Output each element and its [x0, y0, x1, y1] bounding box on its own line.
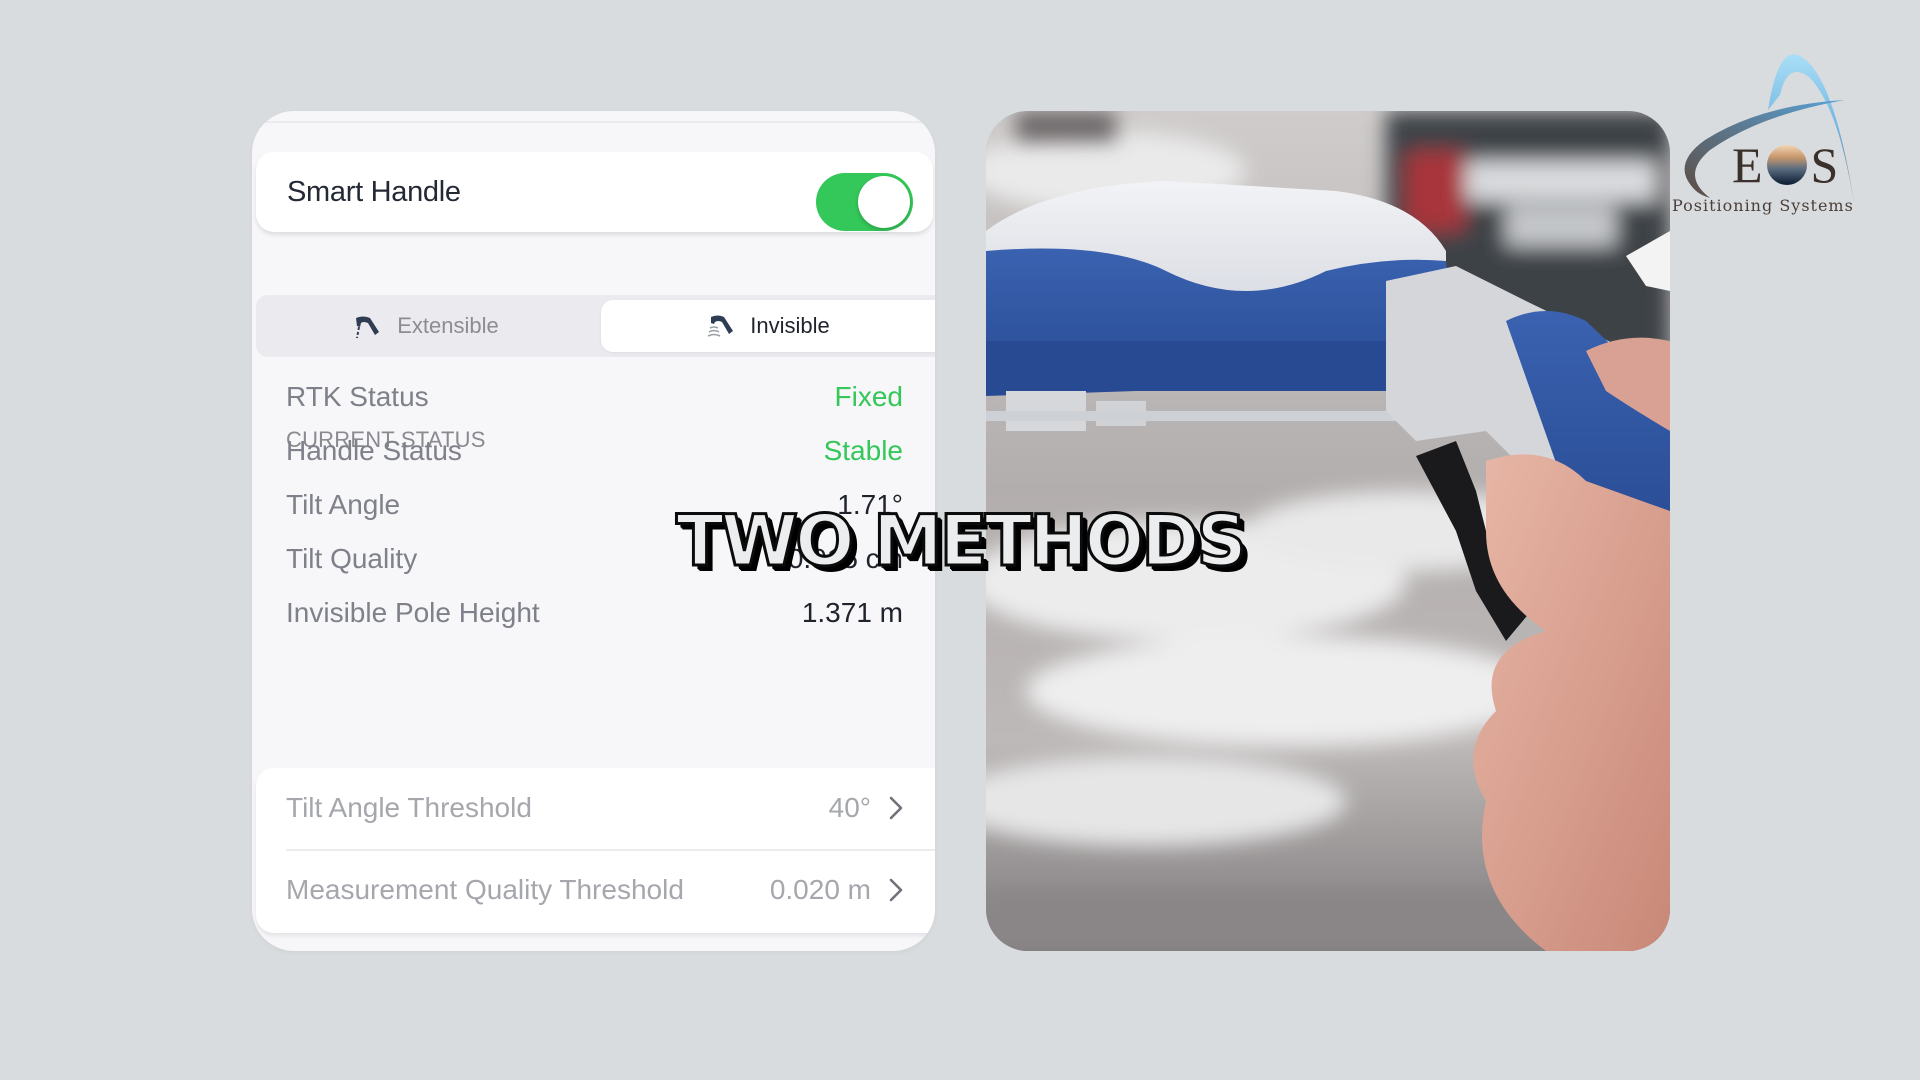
top-strip	[252, 111, 935, 123]
status-row-tilt-quality: Tilt Quality 0.015 cm	[286, 539, 903, 579]
segment-invisible[interactable]: Invisible	[601, 300, 935, 352]
measurement-quality-threshold-row[interactable]: Measurement Quality Threshold 0.020 m	[286, 850, 903, 930]
threshold-label: Tilt Angle Threshold	[286, 792, 532, 823]
segment-extensible[interactable]: Extensible	[256, 300, 596, 352]
logo-letter-e: E	[1732, 137, 1763, 193]
logo-letter-s: S	[1810, 137, 1839, 193]
status-value: Fixed	[834, 381, 903, 412]
smart-handle-label: Smart Handle	[287, 176, 461, 208]
threshold-settings-card: Tilt Angle Threshold 40° Measurement Qua…	[256, 768, 935, 933]
status-label: Tilt Angle	[286, 489, 401, 520]
threshold-value: 40°	[828, 792, 871, 823]
status-value: 1.71°	[837, 489, 903, 520]
threshold-value: 0.020 m	[769, 874, 871, 905]
status-label: Handle Status	[286, 435, 462, 466]
receiver-photo	[986, 111, 1670, 951]
logo-wordmark: E S	[1732, 136, 1838, 194]
chevron-right-icon	[889, 796, 903, 820]
extensible-pole-icon	[356, 316, 380, 339]
status-label: Invisible Pole Height	[286, 597, 540, 628]
status-row-handle: Handle Status Stable	[286, 431, 903, 471]
status-label: Tilt Quality	[286, 543, 418, 574]
status-value: Stable	[823, 435, 903, 466]
smart-handle-toggle[interactable]	[816, 173, 913, 231]
smart-handle-card: Smart Handle	[256, 152, 933, 232]
receiver-base	[986, 341, 1456, 391]
status-value: 1.371 m	[801, 597, 903, 628]
tilt-angle-threshold-row[interactable]: Tilt Angle Threshold 40°	[286, 768, 903, 848]
segment-invisible-label: Invisible	[750, 313, 830, 338]
logo-tagline: Positioning Systems	[1672, 196, 1854, 215]
eos-logo: E S Positioning Systems	[1670, 50, 1870, 225]
receiver-photo-illustration	[986, 111, 1670, 951]
receiver-rim	[986, 411, 1446, 421]
logo-orb	[1766, 145, 1807, 185]
status-label: RTK Status	[286, 381, 429, 412]
status-value: 0.015 cm	[787, 543, 903, 574]
pole-mode-segmented-control: Extensible Invisible	[256, 295, 935, 357]
invisible-pole-icon	[707, 315, 734, 337]
hand	[1473, 454, 1670, 951]
toggle-knob	[858, 176, 910, 228]
status-row-tilt-angle: Tilt Angle 1.71°	[286, 485, 903, 525]
smart-handle-settings-panel: Smart Handle Extensible Invisible CURREN…	[252, 111, 935, 951]
status-row-rtk: RTK Status Fixed	[286, 377, 903, 417]
threshold-label: Measurement Quality Threshold	[286, 874, 684, 905]
segment-extensible-label: Extensible	[397, 313, 499, 338]
chevron-right-icon	[889, 878, 903, 902]
status-row-pole-height: Invisible Pole Height 1.371 m	[286, 593, 903, 633]
